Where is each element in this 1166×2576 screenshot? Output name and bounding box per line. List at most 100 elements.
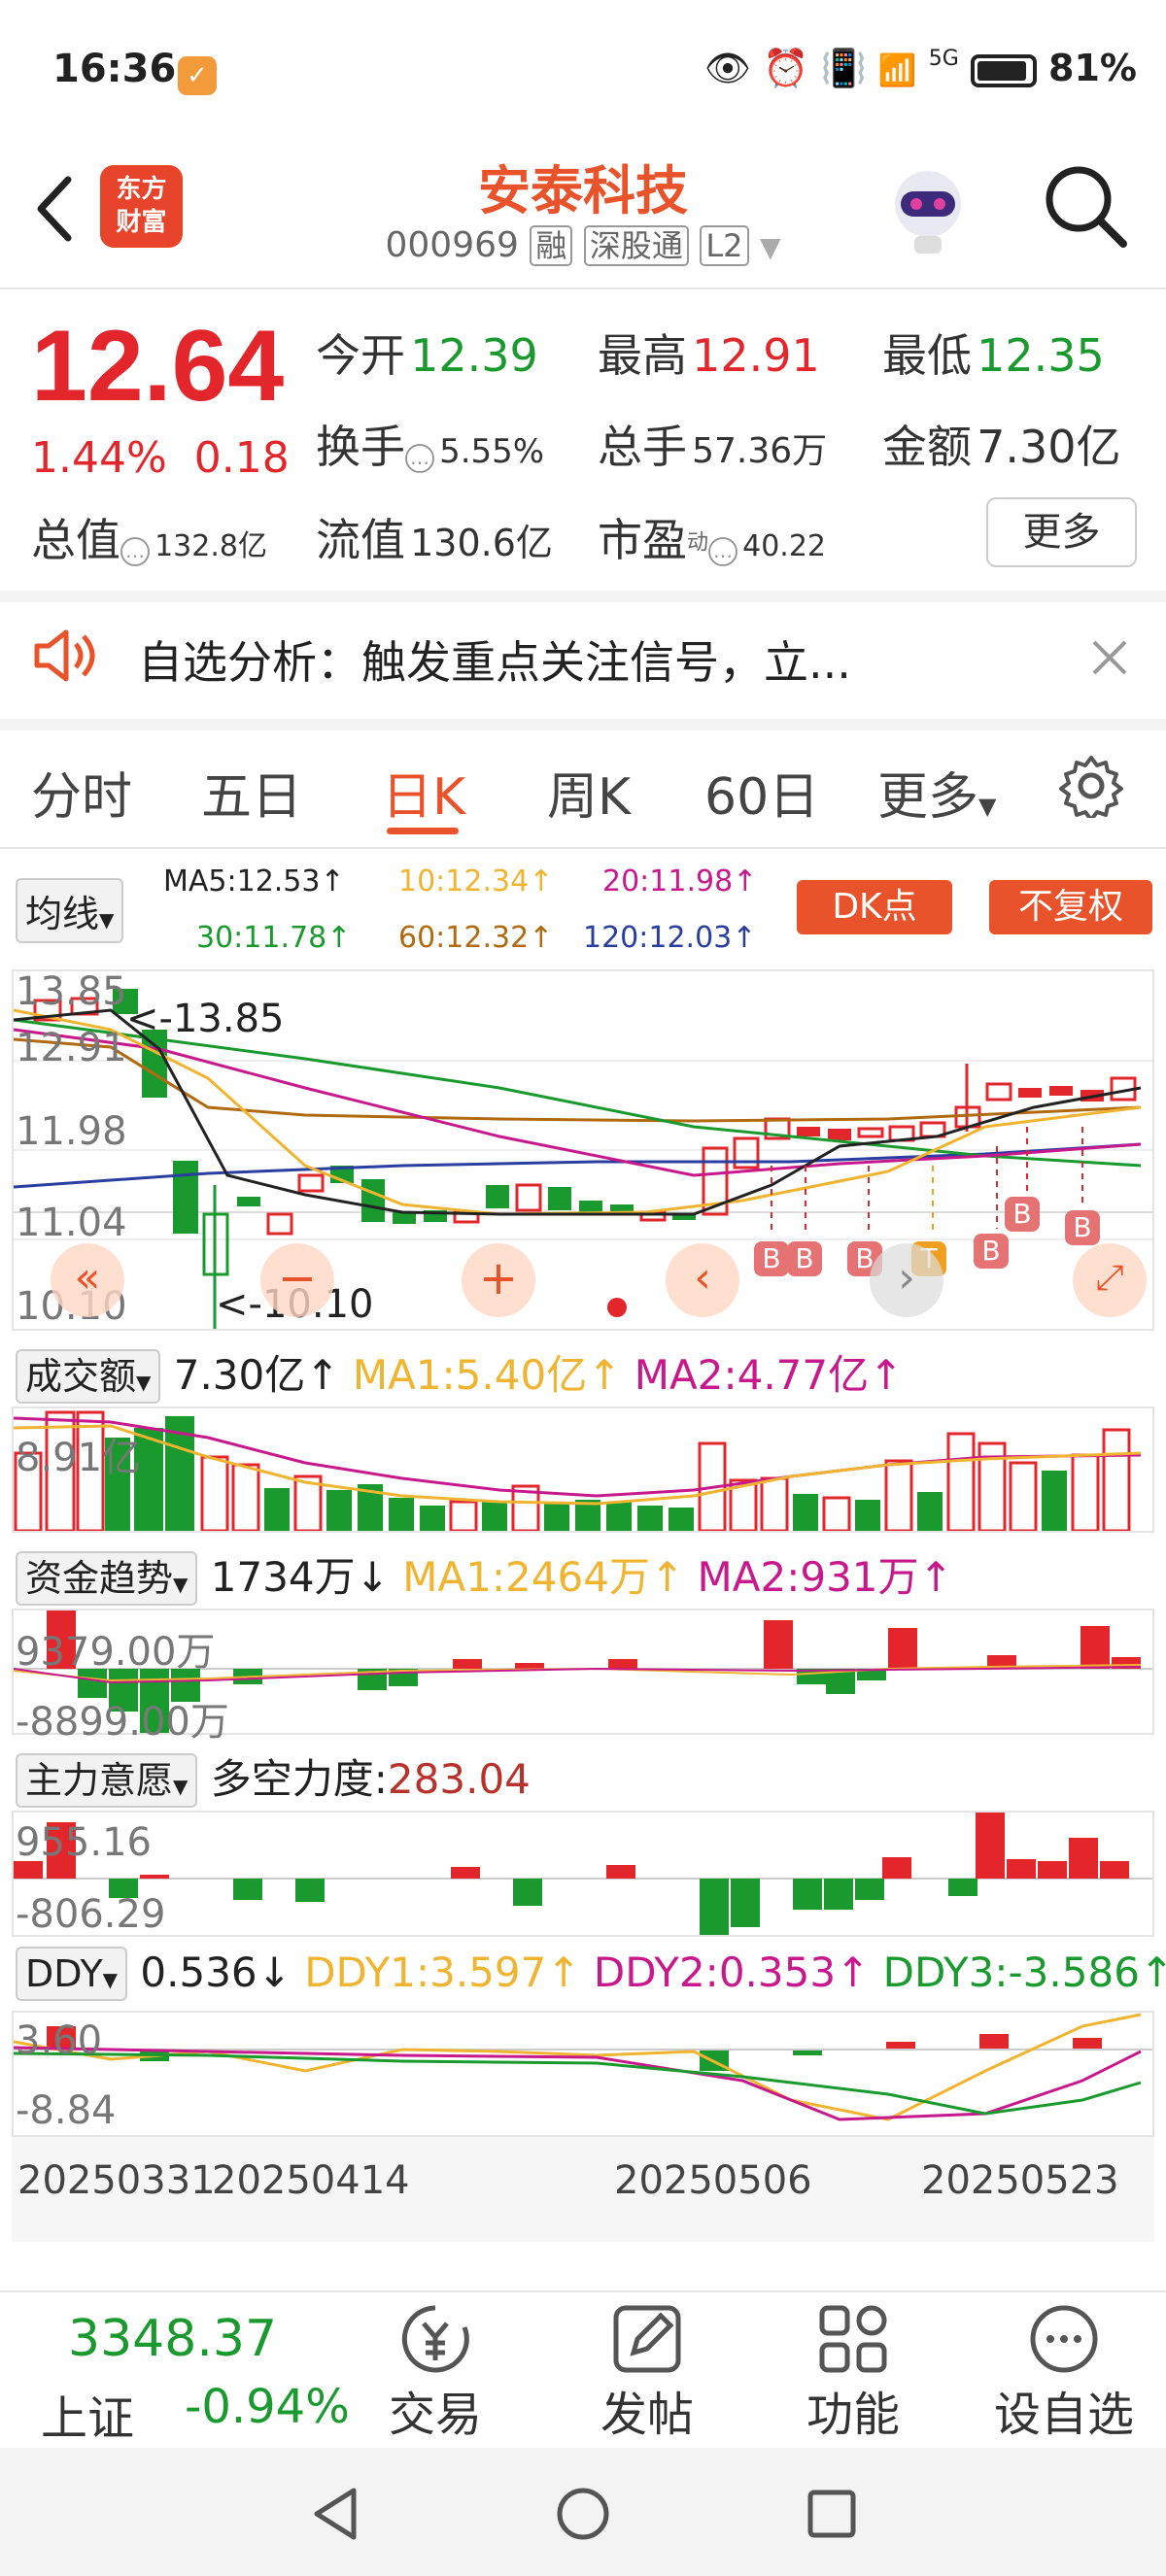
force-chart bbox=[14, 1813, 1152, 1935]
nav-back-icon[interactable] bbox=[311, 2487, 360, 2541]
ddy-header: DDY▼ 0.536↓ DDY1:3.597↑ DDY2:0.353↑ DDY3… bbox=[16, 1947, 1166, 2001]
volume-ma2: MA2:4.77亿↑ bbox=[634, 1351, 904, 1399]
open-cell: 今开 12.39 bbox=[316, 329, 538, 382]
price-adjust-button[interactable]: 不复权 bbox=[989, 880, 1152, 934]
index-change[interactable]: -0.94% bbox=[185, 2380, 350, 2434]
amount-cell: 金额 7.30亿 bbox=[882, 421, 1121, 473]
alarm-icon: ⏰ bbox=[763, 47, 809, 89]
nav-home-icon[interactable] bbox=[556, 2487, 610, 2541]
position-dot bbox=[607, 1298, 627, 1317]
force-y-max: 955.16 bbox=[16, 1820, 152, 1865]
caret-down-icon: ▼ bbox=[102, 1968, 119, 1991]
nav-recents-icon[interactable] bbox=[806, 2489, 857, 2539]
date-label-4: 20250523 bbox=[921, 2158, 1119, 2203]
zoom-in-icon[interactable]: + bbox=[462, 1243, 535, 1317]
date-label-2: 20250414 bbox=[212, 2158, 410, 2203]
scroll-left-fast-icon[interactable]: « bbox=[51, 1243, 124, 1317]
vibrate-icon: 📳 bbox=[820, 47, 867, 89]
force-value: 283.04 bbox=[387, 1755, 531, 1803]
change-row: 1.44% 0.18 bbox=[31, 433, 290, 483]
signal-b[interactable]: B bbox=[1005, 1197, 1040, 1232]
scroll-left-icon[interactable]: ‹ bbox=[666, 1243, 739, 1317]
app-notification-icon: ✓ bbox=[178, 56, 217, 95]
volume-panel[interactable] bbox=[12, 1407, 1154, 1533]
assistant-robot-icon[interactable] bbox=[879, 160, 977, 257]
notice-text[interactable]: 自选分析：触发重点关注信号，立... bbox=[138, 627, 851, 692]
ma-selector[interactable]: 均线▼ bbox=[16, 878, 124, 943]
volume-cell: 总手 57.36万 bbox=[598, 421, 828, 473]
scroll-right-icon[interactable]: › bbox=[870, 1243, 943, 1317]
divider bbox=[0, 847, 1166, 849]
high-value: 12.91 bbox=[692, 329, 820, 382]
force-panel[interactable] bbox=[12, 1811, 1154, 1937]
change-amount: 0.18 bbox=[193, 433, 290, 483]
post-button[interactable]: 发帖 bbox=[591, 2302, 703, 2444]
high-cell: 最高 12.91 bbox=[598, 329, 820, 382]
ddy-y-min: -8.84 bbox=[16, 2088, 117, 2133]
grid-icon bbox=[819, 2305, 887, 2373]
signal-b[interactable]: B bbox=[974, 1234, 1009, 1269]
fund-y-min: -8899.00万 bbox=[16, 1700, 229, 1745]
turnover-value: 5.55% bbox=[439, 432, 545, 471]
close-icon[interactable] bbox=[1088, 636, 1131, 679]
y-label-4: 11.04 bbox=[16, 1201, 127, 1245]
pe-sup: 动 bbox=[687, 530, 709, 556]
volume-header: 成交额▼ 7.30亿↑ MA1:5.40亿↑ MA2:4.77亿↑ bbox=[16, 1342, 904, 1404]
trade-button[interactable]: 交易 bbox=[379, 2302, 492, 2444]
volume-ma1: MA1:5.40亿↑ bbox=[352, 1351, 622, 1399]
tab-five-day[interactable]: 五日 bbox=[201, 756, 302, 829]
mcap-cell[interactable]: 总值… 132.8亿 bbox=[31, 505, 267, 569]
force-y-min: -806.29 bbox=[16, 1892, 166, 1937]
ma60-label: 60:12.32↑ bbox=[398, 921, 554, 955]
active-tab-indicator bbox=[387, 828, 459, 834]
search-icon[interactable] bbox=[1040, 160, 1132, 253]
open-value: 12.39 bbox=[410, 329, 538, 382]
tab-intraday[interactable]: 分时 bbox=[31, 756, 132, 829]
turnover-cell[interactable]: 换手… 5.55% bbox=[316, 412, 544, 476]
y-label-2: 12.91 bbox=[16, 1026, 127, 1070]
signal-b[interactable]: B bbox=[754, 1241, 789, 1276]
pe-cell[interactable]: 市盈动… 40.22 bbox=[598, 505, 826, 569]
ddy-value: 0.536↓ bbox=[140, 1949, 292, 1996]
functions-button[interactable]: 功能 bbox=[797, 2302, 909, 2444]
tab-more[interactable]: 更多▼ bbox=[877, 756, 996, 829]
force-selector[interactable]: 主力意愿▼ bbox=[16, 1753, 198, 1808]
signal-b[interactable]: B bbox=[787, 1241, 822, 1276]
ma120-label: 120:12.03↑ bbox=[583, 921, 757, 955]
date-label-1: 20250331 bbox=[17, 2158, 216, 2203]
change-percent: 1.44% bbox=[31, 433, 167, 483]
index-name[interactable]: 上证 bbox=[41, 2380, 134, 2448]
ddy-selector[interactable]: DDY▼ bbox=[16, 1947, 128, 2001]
signal-b[interactable]: B bbox=[1065, 1210, 1100, 1245]
ddy-panel[interactable] bbox=[12, 2011, 1154, 2137]
float-cell: 流值 130.6亿 bbox=[316, 514, 553, 566]
add-watchlist-label: 设自选 bbox=[993, 2388, 1134, 2442]
eye-icon: 👁 bbox=[703, 47, 751, 89]
tab-daily-k[interactable]: 日K bbox=[382, 756, 465, 829]
fund-ma2: MA2:931万↑ bbox=[697, 1553, 953, 1601]
tab-60min[interactable]: 60日 bbox=[704, 756, 819, 829]
add-watchlist-button[interactable]: 设自选 bbox=[981, 2302, 1147, 2444]
divider bbox=[0, 591, 1166, 602]
dk-point-button[interactable]: DK点 bbox=[797, 880, 952, 934]
caret-down-icon: ▼ bbox=[173, 1573, 189, 1596]
low-value: 12.35 bbox=[977, 329, 1105, 382]
volume-selector[interactable]: 成交额▼ bbox=[16, 1349, 161, 1404]
low-cell: 最低 12.35 bbox=[882, 329, 1105, 382]
fullscreen-icon[interactable]: ⤢ bbox=[1073, 1243, 1147, 1317]
ma20-label: 20:11.98↑ bbox=[602, 864, 758, 898]
volume-value: 7.30亿↑ bbox=[173, 1351, 340, 1399]
settings-gear-icon[interactable] bbox=[1059, 754, 1123, 818]
index-price[interactable]: 3348.37 bbox=[68, 2310, 277, 2368]
ddy-chart bbox=[13, 2013, 1152, 2121]
caret-down-icon: ▼ bbox=[173, 1775, 189, 1798]
status-icons: 👁 ⏰ 📳 📶 5G 81% bbox=[704, 47, 1137, 90]
stock-code-row[interactable]: 000969 融 深股通 L2 ▼ bbox=[0, 221, 1166, 266]
fund-selector[interactable]: 资金趋势▼ bbox=[16, 1551, 198, 1606]
more-quote-button[interactable]: 更多 bbox=[986, 497, 1137, 567]
tab-weekly-k[interactable]: 周K bbox=[547, 756, 631, 829]
ddy2-value: DDY2:0.353↑ bbox=[593, 1949, 871, 1996]
zoom-out-icon[interactable]: − bbox=[260, 1243, 334, 1317]
stock-name: 安泰科技 bbox=[478, 160, 688, 221]
volume-chart bbox=[13, 1410, 1142, 1533]
